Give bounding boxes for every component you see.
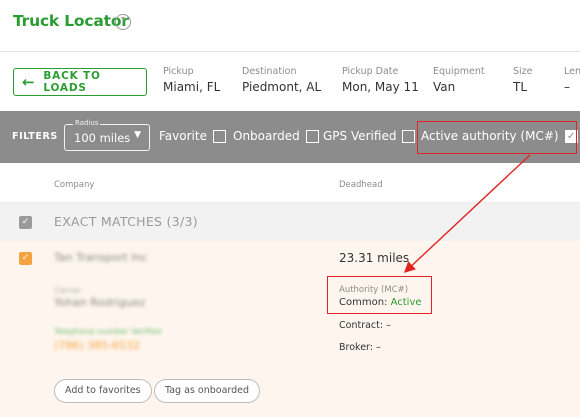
phone-label: Telephone number Verified <box>54 327 162 336</box>
carrier-label: Carrier <box>54 286 82 295</box>
annotation-highlight-filter <box>417 121 577 154</box>
phone-number[interactable]: (786) 385-6532 <box>54 339 140 352</box>
deadhead-value: 23.31 miles <box>339 251 410 265</box>
load-col-pickup-date: Pickup Date Mon, May 11 <box>342 66 419 94</box>
load-col-value: Mon, May 11 <box>342 80 419 94</box>
load-col-destination: Destination Piedmont, AL <box>242 66 321 94</box>
load-col-label: Equipment <box>433 66 485 77</box>
load-col-value: TL <box>513 80 528 94</box>
load-col-value: Piedmont, AL <box>242 80 322 94</box>
load-col-value: Van <box>433 80 456 94</box>
broker-value: Broker: – <box>339 342 381 353</box>
filter-favorite-checkbox[interactable] <box>212 129 226 143</box>
filter-favorite[interactable]: Favorite <box>159 129 226 143</box>
load-col-label: Pickup <box>163 66 194 77</box>
radius-label: Radius <box>73 119 101 127</box>
radius-select[interactable]: Radius 100 miles ▼ <box>64 119 150 151</box>
row-select-checkbox[interactable]: ✓ <box>19 252 32 265</box>
contract-value: Contract: – <box>339 320 391 331</box>
tag-as-onboarded-button[interactable]: Tag as onboarded <box>154 379 261 403</box>
load-col-label: Len <box>564 66 580 77</box>
load-col-value: – <box>564 80 570 94</box>
load-col-size: Size TL <box>513 66 533 94</box>
load-col-label: Destination <box>242 66 297 77</box>
load-col-length: Len – <box>564 66 580 94</box>
load-col-value: Miami, FL <box>163 80 221 94</box>
column-header-deadhead[interactable]: Deadhead <box>339 180 383 190</box>
caret-down-icon: ▼ <box>134 130 141 140</box>
add-to-favorites-button[interactable]: Add to favorites <box>54 379 152 403</box>
filter-gps-verified[interactable]: GPS Verified <box>323 129 416 143</box>
filter-gps-label: GPS Verified <box>323 129 397 143</box>
load-col-label: Pickup Date <box>342 66 399 77</box>
arrow-left-icon: ← <box>22 73 36 91</box>
filter-onboarded-checkbox[interactable] <box>305 129 319 143</box>
radius-value: 100 miles <box>74 131 131 145</box>
group-select-checkbox[interactable]: ✓ <box>19 216 32 229</box>
filter-gps-checkbox[interactable] <box>402 129 416 143</box>
annotation-highlight-authority <box>327 276 432 314</box>
carrier-name: Yohan Rodriguez <box>54 296 146 309</box>
load-col-label: Size <box>513 66 533 77</box>
help-icon[interactable]: ? <box>115 14 131 30</box>
back-to-loads-button[interactable]: ← BACK TO LOADS <box>13 68 147 96</box>
group-title: EXACT MATCHES (3/3) <box>54 214 198 229</box>
company-name[interactable]: Tan Transport Inc <box>54 251 147 264</box>
load-col-pickup: Pickup Miami, FL <box>163 66 220 94</box>
back-to-loads-label: BACK TO LOADS <box>43 70 101 94</box>
filter-onboarded[interactable]: Onboarded <box>233 129 319 143</box>
load-col-equipment: Equipment Van <box>433 66 485 94</box>
filters-label: FILTERS <box>12 131 58 142</box>
filter-onboarded-label: Onboarded <box>233 129 300 143</box>
filter-favorite-label: Favorite <box>159 129 207 143</box>
column-header-company[interactable]: Company <box>54 180 94 190</box>
page-title: Truck Locator <box>13 12 129 30</box>
